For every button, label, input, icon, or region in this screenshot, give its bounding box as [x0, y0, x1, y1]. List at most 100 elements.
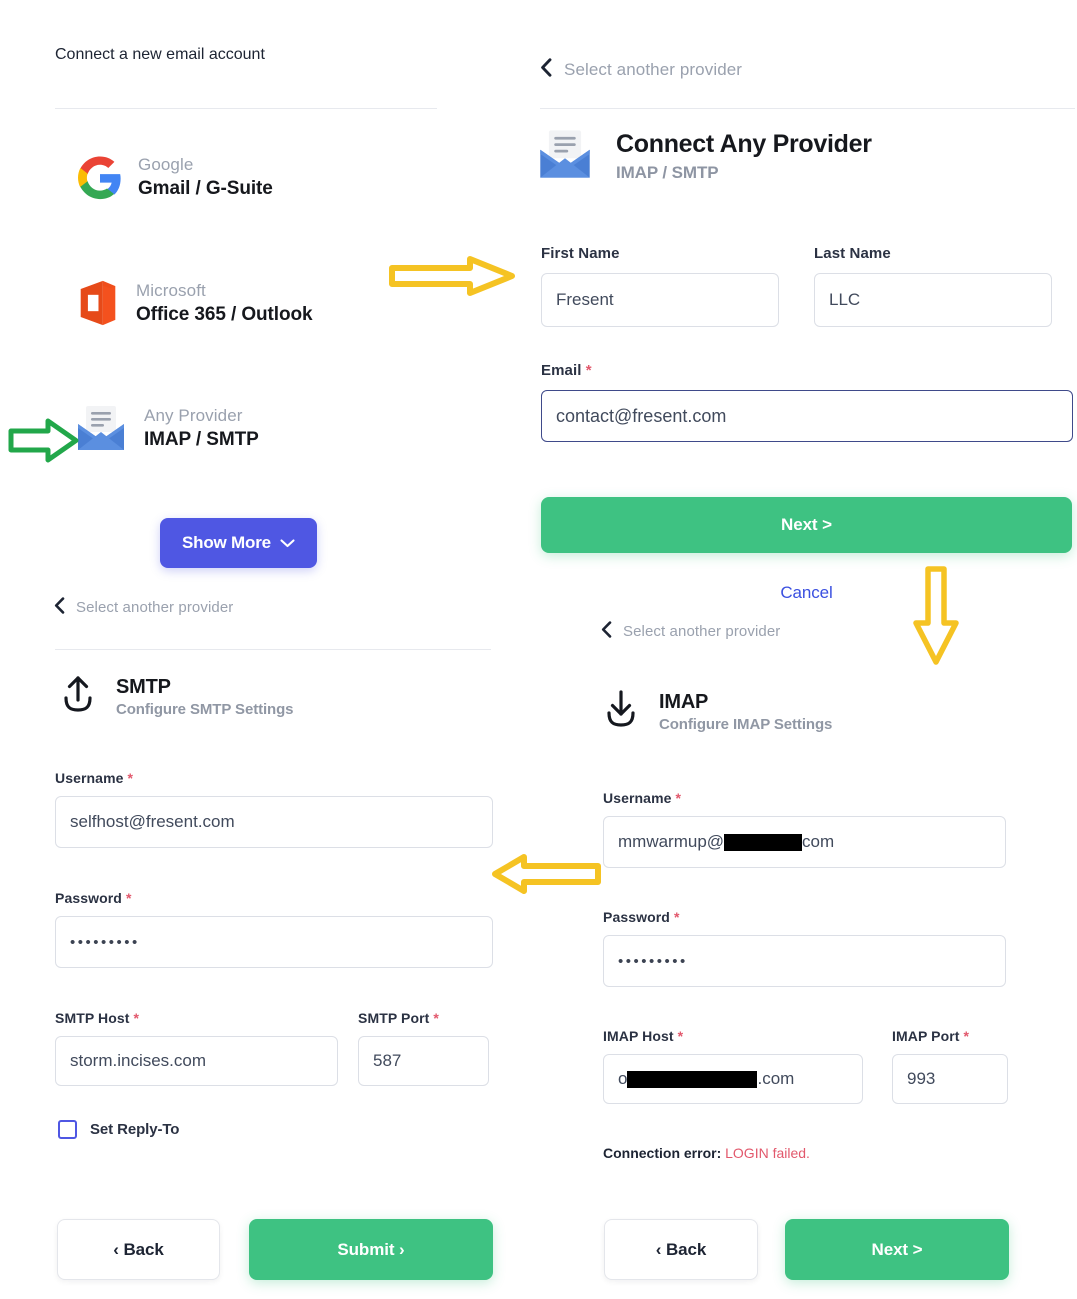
required-asterisk: * [581, 362, 592, 379]
last-name-input[interactable] [814, 273, 1052, 327]
provider-sub-any: Any Provider [144, 405, 243, 425]
provider-labels-any: Any Provider IMAP / SMTP [144, 406, 259, 451]
email-field-group: Email * [541, 362, 1073, 442]
required-asterisk: * [121, 890, 132, 906]
email-label-text: Email [541, 362, 582, 379]
imap-host-input[interactable]: o .com [603, 1054, 863, 1104]
required-asterisk: * [669, 909, 680, 925]
name-fields-row: First Name Last Name [541, 245, 1073, 327]
left-back-button[interactable]: ‹ Back [57, 1219, 220, 1280]
upload-arrow-icon [58, 673, 98, 720]
provider-option-google[interactable]: Google Gmail / G-Suite [78, 155, 273, 200]
smtp-password-field-group: Password * ••••••••• [55, 890, 493, 968]
select-another-provider-link-top-right[interactable]: Select another provider [540, 58, 742, 81]
chevron-left-icon [540, 58, 553, 81]
imap-password-label: Password * [603, 909, 1006, 925]
required-asterisk: * [123, 770, 134, 786]
right-top-divider [540, 108, 1075, 109]
smtp-section-divider [55, 649, 491, 650]
imap-username-label: Username * [603, 790, 1006, 806]
select-another-provider-label-left: Select another provider [76, 599, 234, 616]
smtp-title: SMTP [116, 675, 171, 698]
imap-password-value: ••••••••• [618, 952, 688, 970]
smtp-password-label-text: Password [55, 890, 122, 906]
last-name-field-group: Last Name [814, 245, 1052, 327]
email-input[interactable] [541, 390, 1073, 442]
smtp-username-label-text: Username [55, 770, 124, 786]
connect-any-provider-subtitle: IMAP / SMTP [616, 163, 719, 182]
imap-host-label: IMAP Host * [603, 1028, 863, 1044]
smtp-username-input[interactable] [55, 796, 493, 848]
imap-username-field-group: Username * mmwarmup@ com [603, 790, 1006, 868]
required-asterisk: * [429, 1010, 439, 1026]
imap-username-input[interactable]: mmwarmup@ com [603, 816, 1006, 868]
smtp-host-input[interactable] [55, 1036, 338, 1086]
imap-port-label-text: IMAP Port [892, 1028, 960, 1044]
download-arrow-icon [601, 688, 641, 735]
next-button-bottom[interactable]: Next > [785, 1219, 1009, 1280]
show-more-button[interactable]: Show More [160, 518, 317, 568]
smtp-host-label-text: SMTP Host [55, 1010, 130, 1026]
imap-password-field-group: Password * ••••••••• [603, 909, 1006, 987]
provider-option-any[interactable]: Any Provider IMAP / SMTP [74, 404, 259, 452]
redaction-bar [627, 1070, 758, 1088]
imap-password-input[interactable]: ••••••••• [603, 935, 1006, 987]
imap-username-label-text: Username [603, 790, 672, 806]
smtp-username-field-group: Username * [55, 770, 493, 848]
envelope-icon [74, 404, 128, 452]
select-another-provider-link-mid-right[interactable]: Select another provider [601, 621, 780, 642]
next-button-top[interactable]: Next > [541, 497, 1072, 553]
imap-host-suffix: .com [757, 1069, 795, 1088]
required-asterisk: * [959, 1028, 970, 1044]
connection-error-prefix: Connection error: [603, 1145, 722, 1161]
smtp-password-input[interactable]: ••••••••• [55, 916, 493, 968]
left-panel: Connect a new email account Google Gmail… [0, 0, 520, 1299]
imap-host-label-text: IMAP Host [603, 1028, 674, 1044]
connection-error-message: Connection error: LOGIN failed. [603, 1145, 810, 1161]
right-back-button[interactable]: ‹ Back [604, 1219, 758, 1280]
connect-any-provider-header: Connect Any Provider IMAP / SMTP [536, 128, 872, 185]
smtp-port-label-text: SMTP Port [358, 1010, 430, 1026]
imap-host-port-row: IMAP Host * o .com IMAP Port * [603, 1028, 1008, 1104]
imap-password-label-text: Password [603, 909, 670, 925]
provider-sub-microsoft: Microsoft [136, 280, 206, 300]
cancel-link[interactable]: Cancel [541, 583, 1072, 603]
first-name-input[interactable] [541, 273, 779, 327]
imap-username-suffix: com [802, 832, 835, 851]
connect-any-provider-labels: Connect Any Provider IMAP / SMTP [616, 130, 872, 183]
smtp-port-input[interactable] [358, 1036, 489, 1086]
imap-host-prefix: o [618, 1069, 628, 1088]
smtp-port-label: SMTP Port * [358, 1010, 489, 1026]
smtp-section-labels: SMTP Configure SMTP Settings [116, 675, 294, 718]
smtp-host-field-group: SMTP Host * [55, 1010, 338, 1086]
required-asterisk: * [673, 1028, 684, 1044]
imap-port-input[interactable] [892, 1054, 1008, 1104]
smtp-host-label: SMTP Host * [55, 1010, 338, 1026]
smtp-section-header: SMTP Configure SMTP Settings [58, 673, 294, 720]
smtp-username-label: Username * [55, 770, 493, 786]
select-another-provider-label-mid-right: Select another provider [623, 623, 781, 640]
microsoft-office-icon [76, 278, 120, 328]
smtp-password-label: Password * [55, 890, 493, 906]
imap-subtitle: Configure IMAP Settings [659, 715, 833, 733]
submit-button[interactable]: Submit › [249, 1219, 493, 1280]
chevron-left-icon [601, 621, 612, 642]
chevron-left-icon [54, 597, 65, 618]
smtp-password-value: ••••••••• [70, 933, 140, 951]
connection-error-text: LOGIN failed. [725, 1145, 810, 1161]
set-reply-to-checkbox-row[interactable]: Set Reply-To [58, 1120, 179, 1139]
page-title: Connect a new email account [55, 46, 265, 63]
smtp-host-port-row: SMTP Host * SMTP Port * [55, 1010, 493, 1086]
google-icon [78, 155, 122, 200]
provider-option-microsoft[interactable]: Microsoft Office 365 / Outlook [76, 278, 313, 328]
select-another-provider-link-left[interactable]: Select another provider [54, 597, 233, 618]
set-reply-to-checkbox[interactable] [58, 1120, 77, 1139]
required-asterisk: * [671, 790, 682, 806]
provider-main-google: Gmail / G-Suite [138, 178, 273, 199]
provider-labels-google: Google Gmail / G-Suite [138, 155, 273, 200]
email-label: Email * [541, 362, 1073, 379]
redaction-bar [724, 833, 803, 851]
connect-any-provider-title: Connect Any Provider [616, 130, 872, 158]
set-reply-to-label: Set Reply-To [90, 1121, 180, 1138]
imap-port-label: IMAP Port * [892, 1028, 1008, 1044]
